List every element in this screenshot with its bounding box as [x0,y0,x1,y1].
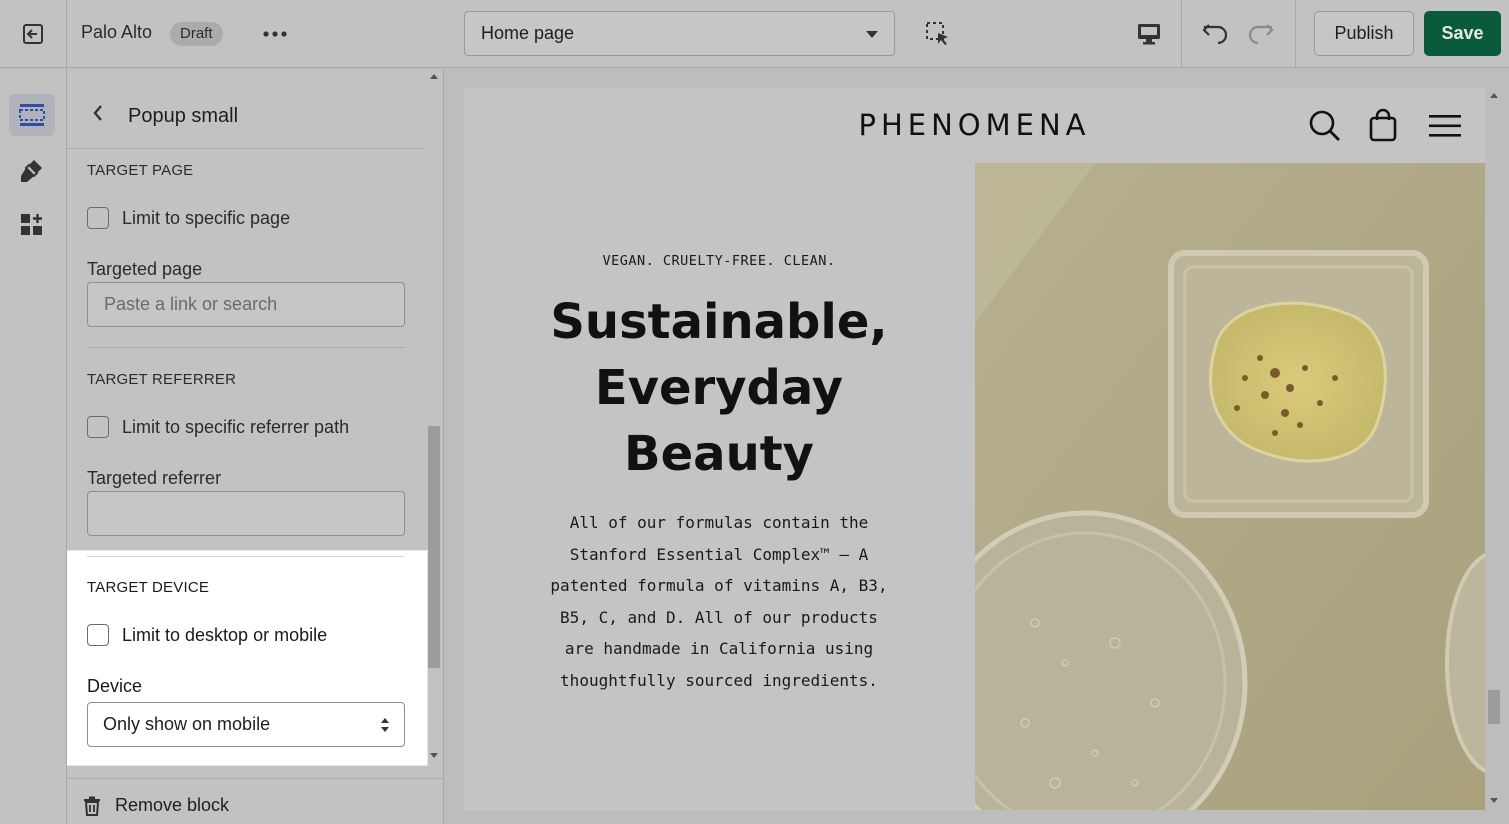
body-line: Stanford Essential Complex™ – A [569,544,869,564]
search-icon[interactable] [1308,109,1342,143]
limit-referrer-checkbox[interactable] [87,416,109,438]
left-rail [0,69,67,824]
headline-line: Beauty [624,426,814,482]
status-badge: Draft [170,22,223,46]
sections-icon [19,104,45,126]
panel-scrollbar[interactable] [427,69,443,769]
exit-button[interactable] [0,0,67,68]
brush-icon [21,160,42,182]
hero-headline: Sustainable, Everyday Beauty [524,289,914,487]
undo-button[interactable] [1198,16,1232,50]
body-line: B5, C, and D. All of our products [560,607,878,627]
page-selector[interactable]: Home page [464,11,895,56]
apps-icon [21,214,42,235]
bag-icon[interactable] [1369,108,1397,142]
field-label-targeted-referrer: Targeted referrer [87,468,222,488]
redo-button[interactable] [1244,16,1278,50]
trash-icon [84,796,100,816]
checkbox-label: Limit to specific page [122,207,291,228]
desktop-icon [1138,24,1160,45]
hamburger-icon[interactable] [1429,113,1461,139]
body-line: are handmade in California using [564,639,874,658]
device-select-value: Only show on mobile [103,714,271,734]
theme-settings-button[interactable] [9,149,55,191]
field-label-device: Device [87,676,143,696]
preview-area: PHENOMENA VEGAN. CRUELTY-FREE. CLEAN. Su… [445,69,1509,824]
limit-specific-page-row[interactable]: Limit to specific page [87,207,290,229]
save-button[interactable]: Save [1424,11,1501,56]
redo-icon [1248,24,1274,45]
exit-icon [23,24,43,44]
hero-eyebrow: VEGAN. CRUELTY-FREE. CLEAN. [602,253,836,269]
preview-scroll-thumb[interactable] [1488,690,1500,724]
hero-image [975,163,1485,810]
divider [87,347,405,348]
divider [87,556,405,557]
section-label-target-device: TARGET DEVICE [87,579,210,596]
undo-icon [1202,24,1228,45]
checkbox-label: Limit to specific referrer path [122,416,350,437]
chevron-down-icon [866,31,878,38]
section-label-target-referrer: TARGET REFERRER [87,371,237,388]
top-bar: Palo Alto Draft Home page Publish Save [0,0,1509,68]
more-icon [263,31,287,37]
page-selector-value: Home page [481,23,575,43]
apps-button[interactable] [9,204,55,246]
section-label-target-page: TARGET PAGE [87,162,194,179]
targeted-referrer-input[interactable] [87,491,405,536]
targeted-page-input[interactable]: Paste a link or search [87,282,405,327]
divider [1295,0,1296,68]
publish-button[interactable]: Publish [1314,11,1414,56]
panel-title: Popup small [128,105,239,127]
body-line: patented formula of vitamins A, B3, [550,576,888,595]
panel-scroll-thumb[interactable] [428,426,440,668]
select-arrows-icon [381,718,389,732]
headline-line: Everyday [594,360,844,416]
panel-header: Popup small [67,69,425,149]
limit-device-row[interactable]: Limit to desktop or mobile [87,624,327,646]
store-name: Palo Alto [81,22,153,42]
limit-device-checkbox[interactable] [87,624,109,646]
device-select[interactable]: Only show on mobile [87,702,405,747]
inspect-button[interactable] [922,18,954,50]
scroll-down-arrow[interactable] [1490,798,1498,803]
block-settings-panel: Popup small TARGET PAGE Limit to specifi… [67,69,444,824]
scroll-down-arrow[interactable] [430,753,438,758]
targeted-page-placeholder: Paste a link or search [104,294,278,314]
hero-text: VEGAN. CRUELTY-FREE. CLEAN. Sustainable,… [524,253,914,696]
remove-block-row: Remove block [67,778,443,824]
scroll-up-arrow[interactable] [1490,93,1498,98]
field-label-targeted-page: Targeted page [87,259,203,279]
sections-button[interactable] [9,94,55,136]
chevron-left-icon [93,105,102,121]
back-button[interactable] [87,102,109,124]
storefront-preview[interactable]: PHENOMENA VEGAN. CRUELTY-FREE. CLEAN. Su… [464,88,1485,810]
preview-scrollbar[interactable] [1485,88,1503,810]
limit-specific-page-checkbox[interactable] [87,207,109,229]
headline-line: Sustainable, [550,294,888,350]
body-line: thoughtfully sourced ingredients. [560,670,878,690]
scroll-up-arrow[interactable] [430,74,438,79]
select-element-icon [926,22,948,45]
remove-block-label: Remove block [115,795,230,815]
divider [1181,0,1182,68]
target-device-section: TARGET DEVICE Limit to desktop or mobile… [67,551,427,765]
more-actions-button[interactable] [258,20,292,48]
device-toggle-button[interactable] [1133,18,1165,50]
limit-referrer-row[interactable]: Limit to specific referrer path [87,416,349,438]
checkbox-label: Limit to desktop or mobile [122,624,328,645]
remove-block-button[interactable]: Remove block [83,795,229,816]
hero-body: All of our formulas contain the Stanford… [524,507,914,696]
body-line: All of our formulas contain the [569,513,869,532]
